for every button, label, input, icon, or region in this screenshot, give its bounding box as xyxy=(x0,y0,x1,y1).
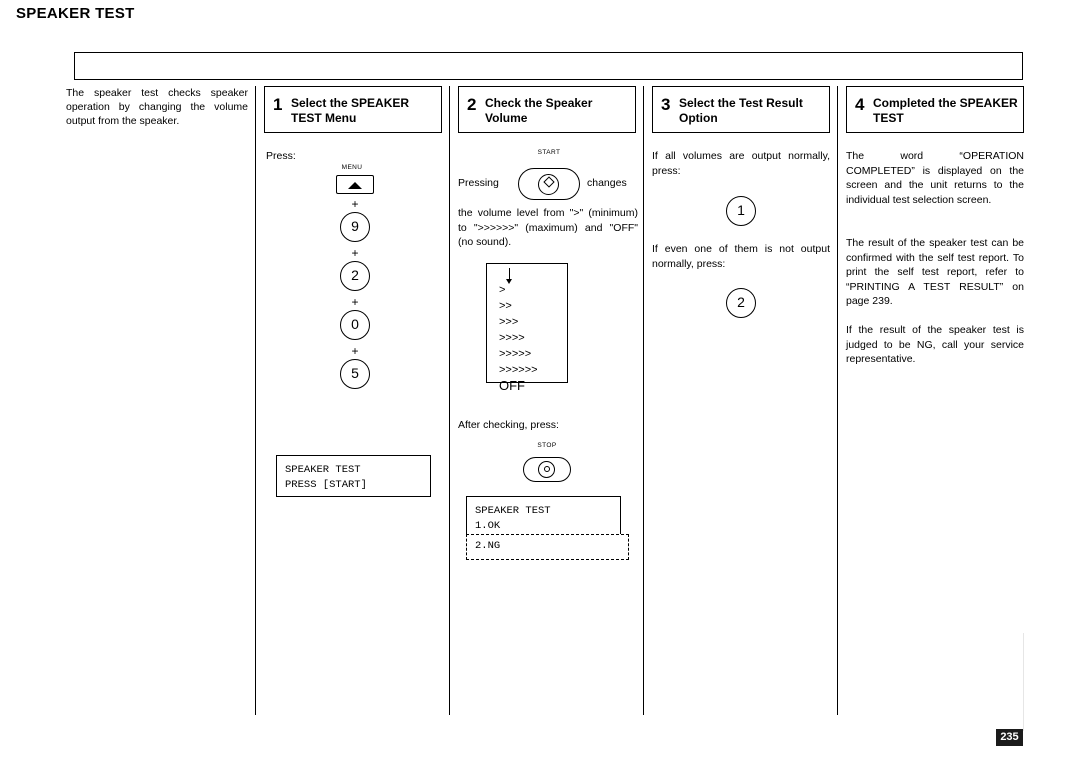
step-4-title: Completed the SPEAKER TEST xyxy=(873,96,1018,125)
step-4-column: 4 Completed the SPEAKER TEST xyxy=(846,86,1024,133)
step-1-column: 1 Select the SPEAKER TEST Menu xyxy=(264,86,442,133)
step-3-number: 3 xyxy=(661,95,671,114)
col4-paragraph-2: The result of the speaker test can be co… xyxy=(846,237,1024,307)
step-3-header: 3 Select the Test Result Option xyxy=(652,86,830,133)
plus-sign-3: + xyxy=(351,295,359,309)
down-arrow-icon xyxy=(506,268,512,284)
plus-sign-4: + xyxy=(351,344,359,358)
column-separator-4 xyxy=(837,86,838,715)
col4-paragraph-3: If the result of the speaker test is jud… xyxy=(846,324,1024,365)
column-separator-2 xyxy=(449,86,450,715)
stop-dot-icon xyxy=(544,466,550,472)
volume-level-5: >>>>> xyxy=(499,348,532,360)
col3-paragraph-2: If even one of them is not output normal… xyxy=(652,243,830,270)
step-4-number: 4 xyxy=(855,95,865,114)
triangle-up-icon xyxy=(348,182,362,189)
volume-level-3: >>> xyxy=(499,316,519,328)
numeric-key-0[interactable]: 0 xyxy=(340,310,370,340)
volume-description: the volume level from ">" (minimum) to "… xyxy=(458,207,638,248)
lcd-speaker-test-ng-option: 2.NG xyxy=(466,534,629,560)
pressing-label: Pressing xyxy=(458,177,499,189)
numeric-key-9[interactable]: 9 xyxy=(340,212,370,242)
numeric-key-2[interactable]: 2 xyxy=(340,261,370,291)
step-1-title: Select the SPEAKER TEST Menu xyxy=(291,96,410,125)
volume-level-1: > xyxy=(499,284,506,296)
volume-level-2: >> xyxy=(499,300,512,312)
numeric-key-2-option[interactable]: 2 xyxy=(726,288,756,318)
step-4-header: 4 Completed the SPEAKER TEST xyxy=(846,86,1024,133)
col4-paragraph-1: The word “OPERATION COMPLETED” is displa… xyxy=(846,150,1024,206)
step-2-number: 2 xyxy=(467,95,477,114)
menu-key-label: MENU xyxy=(341,164,363,171)
press-label: Press: xyxy=(266,150,296,162)
changes-label: changes xyxy=(587,177,627,189)
col3-paragraph-1: If all volumes are output normally, pres… xyxy=(652,150,830,177)
volume-level-off: OFF xyxy=(499,378,525,393)
plus-sign-2: + xyxy=(351,246,359,260)
step-1-header: 1 Select the SPEAKER TEST Menu xyxy=(264,86,442,133)
page-title: SPEAKER TEST xyxy=(16,5,135,22)
volume-level-6: >>>>>> xyxy=(499,364,538,376)
step-2-title: Check the Speaker Volume xyxy=(485,96,593,125)
step-3-column: 3 Select the Test Result Option xyxy=(652,86,830,133)
after-checking-label: After checking, press: xyxy=(458,419,559,431)
step-2-header: 2 Check the Speaker Volume xyxy=(458,86,636,133)
step-3-title: Select the Test Result Option xyxy=(679,96,803,125)
volume-level-box: > >> >>> >>>> >>>>> >>>>>> OFF xyxy=(486,263,568,393)
numeric-key-1-option[interactable]: 1 xyxy=(726,196,756,226)
volume-level-4: >>>> xyxy=(499,332,525,344)
lcd-speaker-test-result: SPEAKER TEST 1.OK xyxy=(466,496,621,536)
page-side-tab xyxy=(1023,633,1080,731)
intro-paragraph: The speaker test checks speaker operatio… xyxy=(66,87,248,127)
lcd-speaker-test-press-start: SPEAKER TEST PRESS [START] xyxy=(276,455,431,497)
column-separator-3 xyxy=(643,86,644,715)
stop-key-label: STOP xyxy=(537,442,557,449)
column-separator-1 xyxy=(255,86,256,715)
start-key-label: START xyxy=(537,149,561,156)
page-number: 235 xyxy=(996,729,1023,746)
step-2-column: 2 Check the Speaker Volume xyxy=(458,86,636,133)
step-1-number: 1 xyxy=(273,95,283,114)
numeric-key-5[interactable]: 5 xyxy=(340,359,370,389)
plus-sign-1: + xyxy=(351,197,359,211)
page-title-box xyxy=(74,52,1023,80)
